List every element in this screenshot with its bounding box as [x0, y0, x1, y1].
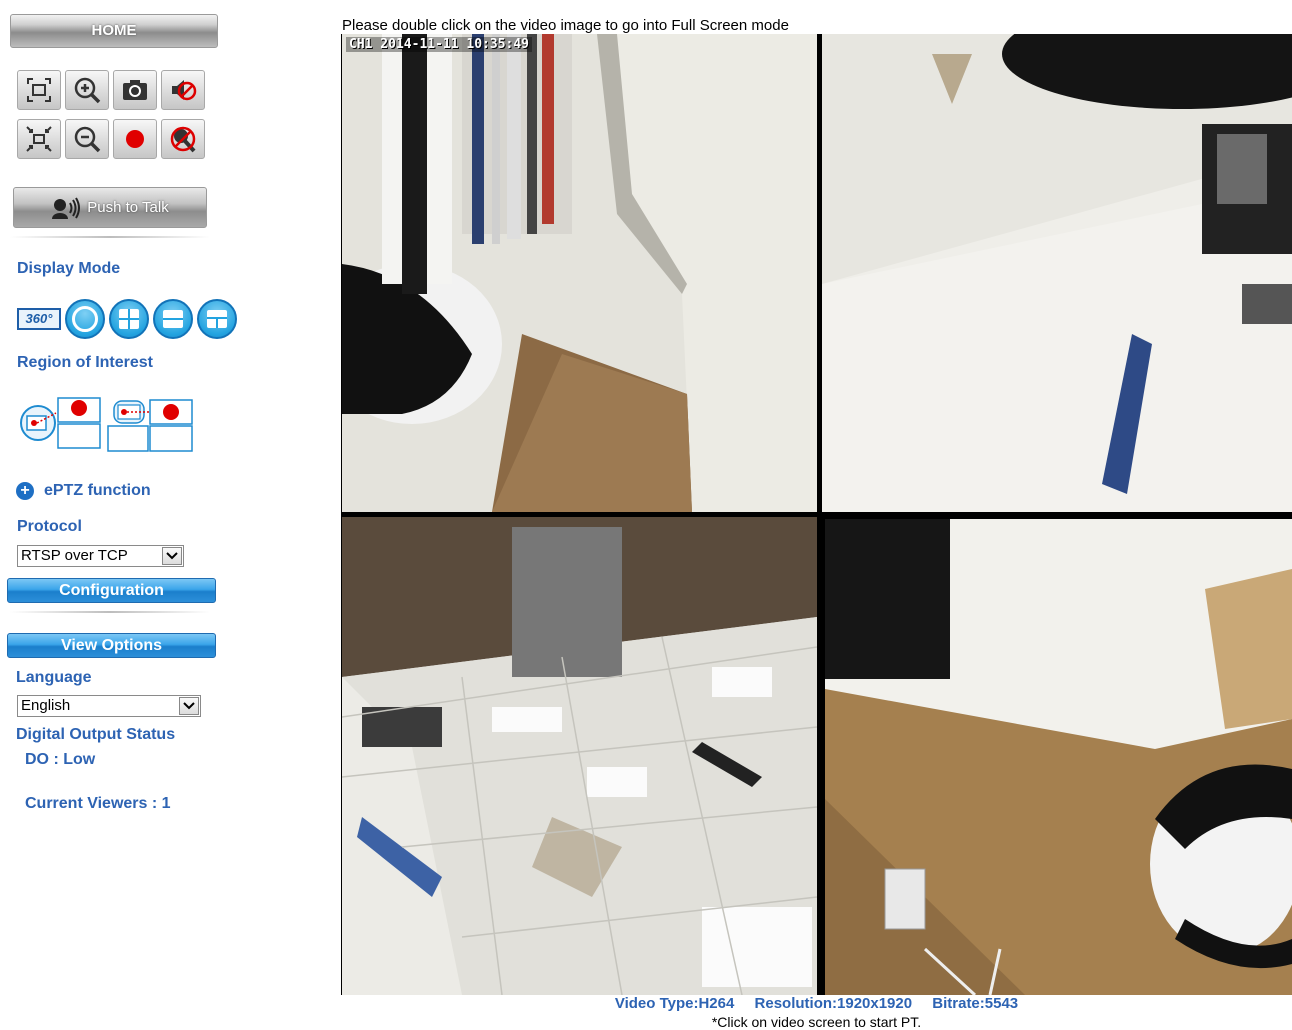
audio-mute-button[interactable]	[161, 70, 205, 110]
eptz-toggle[interactable]: + ePTZ function	[16, 482, 151, 500]
record-icon	[126, 130, 144, 148]
language-select[interactable]: English	[17, 695, 201, 717]
divider	[10, 236, 210, 238]
stream-status: Video Type:H264 Resolution:1920x1920 Bit…	[341, 995, 1292, 1012]
video-osd-timestamp: CH1 2014-11-11 10:35:49	[346, 37, 533, 52]
current-viewers: Current Viewers : 1	[25, 795, 171, 812]
mode-360-button[interactable]: 360°	[17, 308, 61, 330]
display-mode-options: 360°	[17, 299, 237, 339]
mode-panorama-button[interactable]	[153, 299, 193, 339]
video-pane-3[interactable]	[342, 517, 817, 995]
chevron-down-icon	[162, 547, 182, 565]
push-to-talk-label: Push to Talk	[87, 199, 169, 216]
fullscreen-hint: Please double click on the video image t…	[342, 17, 789, 34]
snapshot-camera-icon	[123, 80, 147, 100]
camera-image	[822, 34, 1292, 512]
exit-fullscreen-button[interactable]	[17, 119, 61, 159]
mode-fisheye-button[interactable]	[65, 299, 105, 339]
exit-fullscreen-icon	[26, 126, 52, 152]
audio-mute-icon	[172, 80, 197, 101]
mic-mute-button[interactable]	[161, 119, 205, 159]
panorama-view-icon	[163, 310, 183, 328]
protocol-value: RTSP over TCP	[21, 547, 128, 564]
video-view[interactable]: CH1 2014-11-11 10:35:49	[341, 34, 1292, 995]
quad-view-icon	[119, 309, 139, 329]
region-of-interest-label: Region of Interest	[17, 354, 154, 371]
chevron-down-icon	[179, 697, 199, 715]
mode-quad-button[interactable]	[109, 299, 149, 339]
push-to-talk-button[interactable]: Push to Talk	[13, 187, 207, 228]
record-button[interactable]	[113, 119, 157, 159]
fisheye-icon	[72, 306, 98, 332]
display-mode-label: Display Mode	[17, 260, 121, 277]
fullscreen-button[interactable]	[17, 70, 61, 110]
roi-layout-2-icon[interactable]	[106, 393, 196, 455]
mic-mute-icon	[170, 126, 196, 153]
bitrate: Bitrate:5543	[932, 995, 1019, 1012]
speaker-person-icon	[52, 196, 81, 219]
camera-image	[342, 517, 817, 995]
view-options-button[interactable]: View Options	[7, 633, 216, 658]
language-label: Language	[16, 669, 92, 686]
configuration-button[interactable]: Configuration	[7, 578, 216, 603]
zoom-out-icon	[74, 126, 101, 153]
protocol-label: Protocol	[17, 518, 82, 535]
zoom-in-icon	[74, 77, 101, 104]
plus-icon: +	[16, 482, 34, 500]
camera-image	[342, 34, 817, 512]
camera-image	[825, 519, 1292, 995]
split-view-icon	[207, 310, 227, 328]
protocol-select[interactable]: RTSP over TCP	[17, 545, 184, 567]
pt-note: *Click on video screen to start PT.	[711, 1014, 922, 1030]
video-type: Video Type:H264	[614, 995, 735, 1012]
video-pane-1[interactable]: CH1 2014-11-11 10:35:49	[342, 34, 817, 512]
resolution: Resolution:1920x1920	[754, 995, 913, 1012]
zoom-out-button[interactable]	[65, 119, 109, 159]
video-pane-4[interactable]	[825, 519, 1292, 995]
fullscreen-icon	[27, 78, 51, 102]
do-status: DO : Low	[25, 751, 96, 768]
language-value: English	[21, 697, 71, 714]
mode-split-button[interactable]	[197, 299, 237, 339]
snapshot-button[interactable]	[113, 70, 157, 110]
zoom-in-button[interactable]	[65, 70, 109, 110]
digital-output-label: Digital Output Status	[16, 726, 176, 743]
divider	[10, 611, 210, 613]
home-button[interactable]: HOME	[10, 14, 218, 48]
eptz-label: ePTZ function	[44, 482, 151, 499]
video-pane-2[interactable]	[822, 34, 1292, 512]
